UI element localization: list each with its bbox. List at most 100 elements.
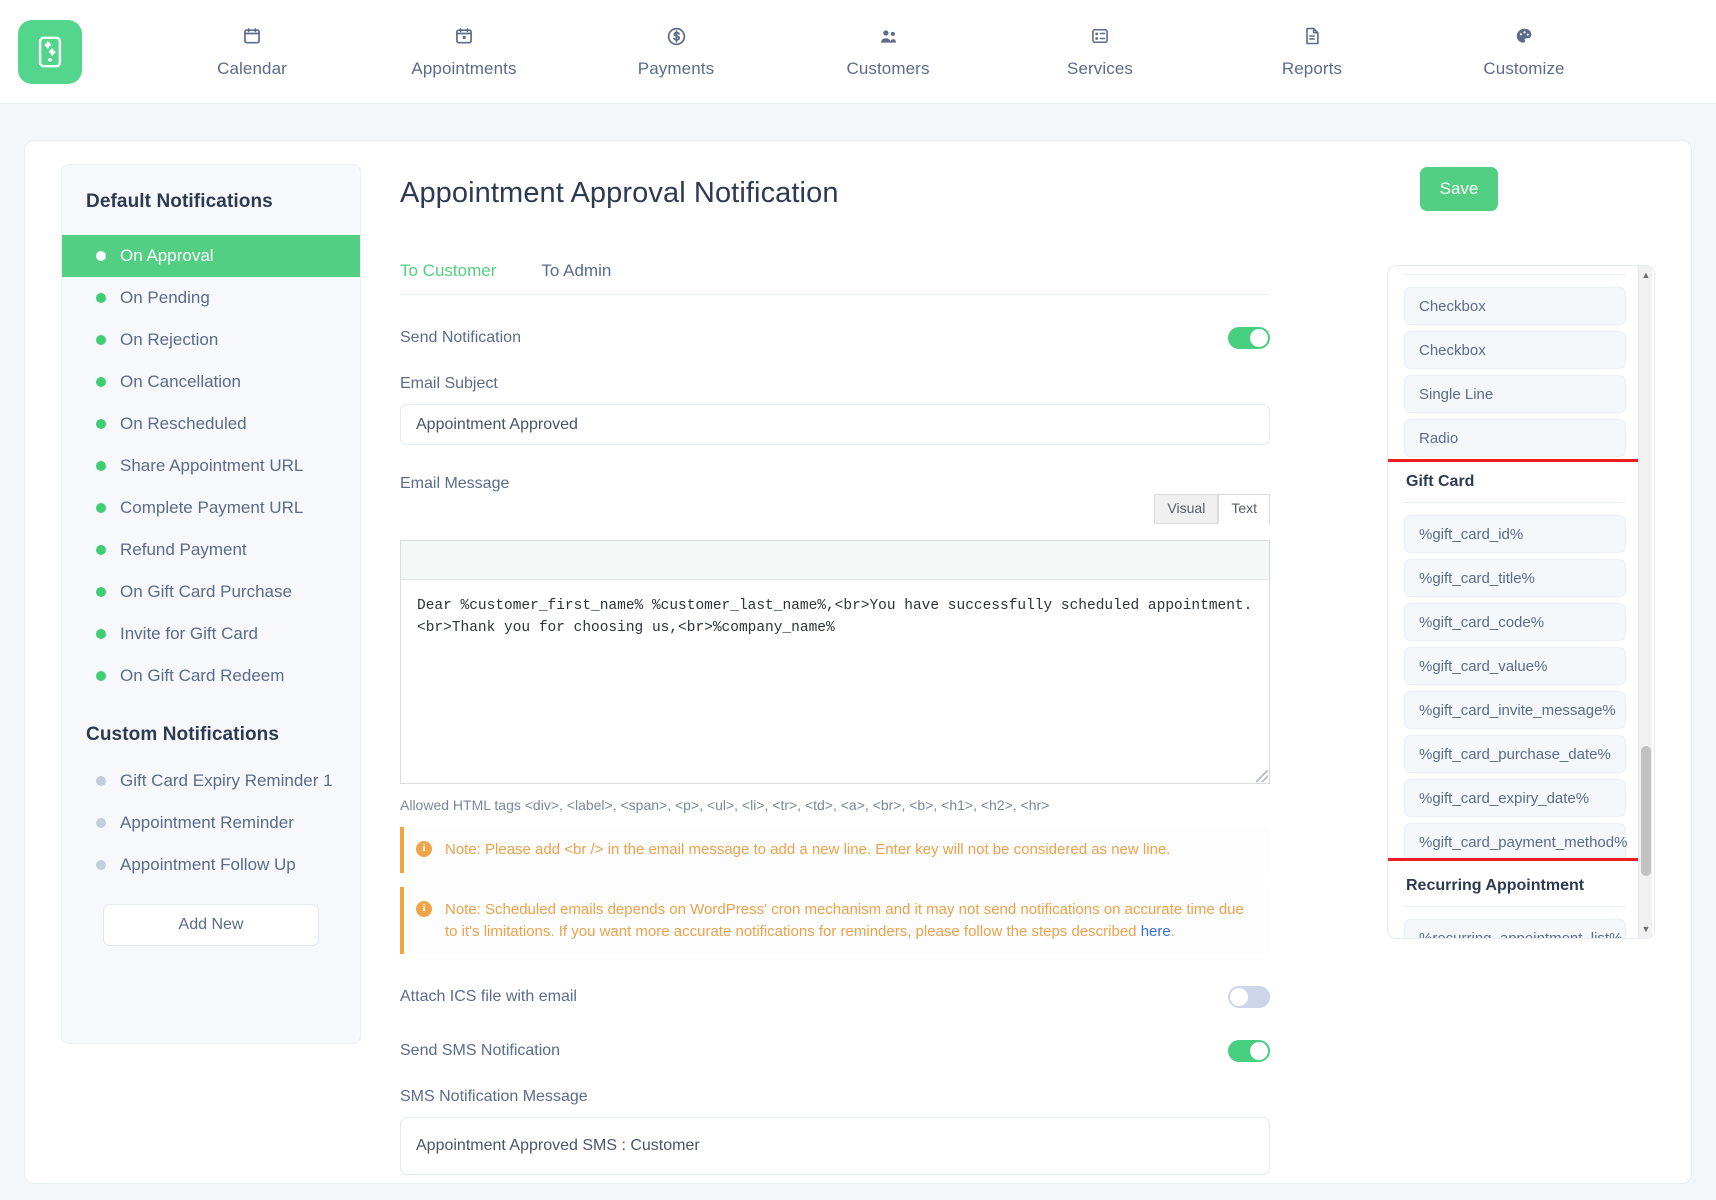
placeholder-list: Checkbox Checkbox Single Line Radio Gift Car… — [1388, 266, 1640, 938]
placeholder-divider — [1404, 906, 1626, 907]
sidebar-default-list: On Approval On Pending On Rejection On Canc… — [62, 235, 360, 697]
tab-to-customer[interactable]: To Customer — [400, 261, 496, 281]
sidebar-item-appointment-reminder[interactable]: Appointment Reminder — [62, 802, 360, 844]
nav-item-label: Calendar — [217, 59, 287, 78]
placeholder-chip[interactable]: Checkbox — [1404, 287, 1626, 325]
toggle-knob — [1250, 1042, 1268, 1061]
sidebar-item-share-appointment-url[interactable]: Share Appointment URL — [62, 445, 360, 487]
send-notification-toggle[interactable] — [1228, 327, 1270, 349]
placeholder-panel-scrollbar[interactable]: ▲ ▼ — [1638, 266, 1652, 938]
nav-item-calendar[interactable]: Calendar — [146, 24, 358, 79]
placeholder-chip[interactable]: Checkbox — [1404, 331, 1626, 369]
placeholder-chip[interactable]: %gift_card_title% — [1404, 559, 1626, 597]
cron-help-link[interactable]: here — [1141, 923, 1171, 940]
attach-ics-toggle[interactable] — [1228, 986, 1270, 1009]
note-text-before: Note: Scheduled emails depends on WordPr… — [445, 900, 1244, 940]
toggle-knob — [1230, 988, 1248, 1007]
email-message-group: Email Message Visual Text Dear %customer… — [400, 475, 1270, 784]
placeholder-chip[interactable]: Radio — [1404, 419, 1626, 457]
dollar-circle-icon — [666, 24, 687, 48]
email-message-label: Email Message — [400, 475, 510, 492]
sidebar-item-label: On Gift Card Redeem — [120, 666, 285, 685]
send-sms-label: Send SMS Notification — [400, 1042, 561, 1060]
note-new-line: i Note: Please add <br /> in the email m… — [400, 827, 1270, 873]
placeholder-chip[interactable]: %gift_card_payment_method% — [1404, 823, 1627, 861]
note-text: Note: Please add <br /> in the email mes… — [445, 841, 1171, 858]
placeholder-group-title: Recurring Appointment — [1406, 877, 1585, 894]
sidebar-item-on-approval[interactable]: On Approval — [62, 235, 360, 277]
email-message-textarea[interactable]: Dear %customer_first_name% %customer_las… — [401, 580, 1269, 783]
sidebar-item-complete-payment-url[interactable]: Complete Payment URL — [62, 487, 360, 529]
placeholder-group: Gift Card %gift_card_id% %gift_card_title%… — [1404, 463, 1627, 861]
note-cron: i Note: Scheduled emails depends on Word… — [400, 886, 1270, 955]
notification-settings-card: Default Notifications On Approval On Pend… — [24, 140, 1692, 1184]
scrollbar-thumb[interactable] — [1641, 746, 1651, 876]
status-dot-icon — [96, 335, 106, 345]
email-subject-input[interactable] — [400, 404, 1270, 445]
sidebar-item-on-gift-card-redeem[interactable]: On Gift Card Redeem — [62, 655, 360, 697]
add-new-button[interactable]: Add New — [103, 904, 319, 946]
top-navigation-bar: Calendar Appointments Payments Customers… — [0, 0, 1716, 104]
nav-item-label: Appointments — [411, 59, 517, 78]
nav-item-more[interactable]: More — [1630, 24, 1716, 79]
placeholder-chip[interactable]: %gift_card_invite_message% — [1404, 691, 1626, 729]
sms-message-input[interactable] — [400, 1117, 1270, 1176]
sidebar-item-on-rejection[interactable]: On Rejection — [62, 319, 360, 361]
note-text-after: . — [1170, 922, 1175, 940]
info-icon: i — [416, 900, 432, 917]
sidebar-item-label: Complete Payment URL — [120, 498, 304, 517]
scroll-down-arrow-icon[interactable]: ▼ — [1639, 922, 1653, 936]
placeholder-chip[interactable]: Single Line — [1404, 375, 1626, 413]
nav-item-reports[interactable]: Reports — [1206, 24, 1418, 79]
email-editor: Dear %customer_first_name% %customer_las… — [400, 540, 1270, 784]
report-document-icon — [1302, 24, 1322, 48]
sidebar-item-label: Share Appointment URL — [120, 456, 304, 475]
nav-item-customers[interactable]: Customers — [782, 24, 994, 79]
scroll-up-arrow-icon[interactable]: ▲ — [1639, 268, 1653, 282]
save-button[interactable]: Save — [1420, 167, 1498, 211]
nav-item-customize[interactable]: Customize — [1418, 24, 1630, 79]
editor-tab-visual[interactable]: Visual — [1154, 494, 1219, 524]
sidebar-item-gift-card-expiry-reminder-1[interactable]: Gift Card Expiry Reminder 1 — [62, 760, 360, 802]
placeholder-chip[interactable]: %gift_card_expiry_date% — [1404, 779, 1626, 817]
nav-item-payments[interactable]: Payments — [570, 24, 782, 79]
sidebar-item-on-gift-card-purchase[interactable]: On Gift Card Purchase — [62, 571, 360, 613]
placeholder-panel: Checkbox Checkbox Single Line Radio Gift Car… — [1387, 265, 1655, 939]
appointments-icon — [454, 24, 474, 48]
sidebar-item-invite-for-gift-card[interactable]: Invite for Gift Card — [62, 613, 360, 655]
nav-item-appointments[interactable]: Appointments — [358, 24, 570, 79]
placeholder-chip[interactable]: %gift_card_id% — [1404, 515, 1626, 553]
app-logo-button[interactable] — [18, 19, 82, 84]
placeholder-chip[interactable]: %gift_card_code% — [1404, 603, 1626, 641]
sidebar-item-label: On Rejection — [120, 330, 219, 349]
sidebar-item-appointment-follow-up[interactable]: Appointment Follow Up — [62, 844, 360, 886]
sidebar-item-on-pending[interactable]: On Pending — [62, 277, 360, 319]
status-dot-icon — [96, 503, 106, 513]
send-sms-toggle[interactable] — [1228, 1040, 1270, 1063]
editor-tab-text[interactable]: Text — [1218, 494, 1270, 524]
tab-to-admin[interactable]: To Admin — [541, 261, 611, 281]
sidebar-item-on-cancellation[interactable]: On Cancellation — [62, 361, 360, 403]
sms-message-label: SMS Notification Message — [400, 1088, 588, 1106]
status-dot-icon — [96, 587, 106, 597]
nav-item-services[interactable]: Services — [994, 24, 1206, 79]
placeholder-group: Recurring Appointment %recurring_appointm… — [1404, 867, 1626, 938]
placeholder-chip[interactable]: %recurring_appointment_list% — [1404, 919, 1626, 938]
status-dot-icon — [96, 293, 106, 303]
placeholder-chip[interactable]: %gift_card_purchase_date% — [1404, 735, 1626, 773]
status-dot-icon — [96, 818, 106, 828]
sms-message-group: SMS Notification Message — [400, 1088, 1691, 1176]
placeholder-chip[interactable]: %gift_card_value% — [1404, 647, 1626, 685]
sidebar-default-heading: Default Notifications — [86, 191, 273, 212]
send-sms-row: Send SMS Notification — [400, 1040, 1270, 1063]
status-dot-icon — [96, 629, 106, 639]
calendar-icon — [242, 24, 262, 48]
sidebar-item-refund-payment[interactable]: Refund Payment — [62, 529, 360, 571]
nav-item-label: Customize — [1483, 59, 1565, 78]
sidebar-item-label: On Approval — [120, 246, 214, 265]
status-dot-icon — [96, 671, 106, 681]
sidebar-item-on-rescheduled[interactable]: On Rescheduled — [62, 403, 360, 445]
sidebar-item-label: On Cancellation — [120, 372, 241, 391]
palette-icon — [1514, 24, 1535, 48]
attach-ics-row: Attach ICS file with email — [400, 986, 1270, 1009]
